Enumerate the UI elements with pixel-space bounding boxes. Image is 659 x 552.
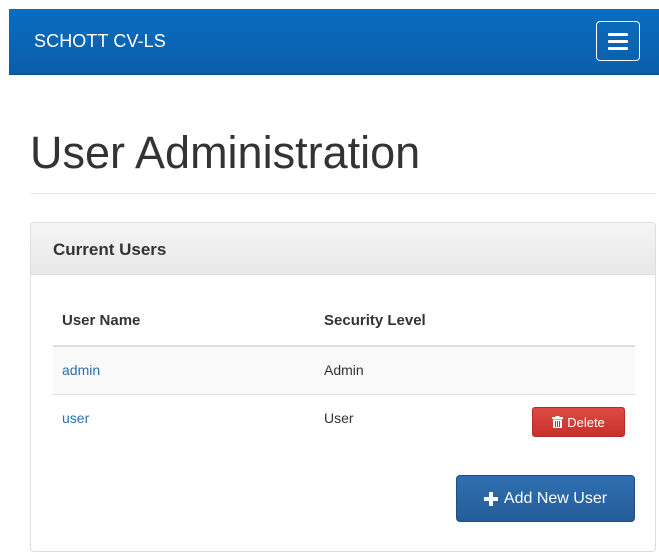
security-level: User: [324, 410, 354, 426]
user-name-link[interactable]: admin: [62, 362, 100, 378]
current-users-panel: Current Users User Name Security Level a…: [30, 222, 656, 552]
brand-link[interactable]: SCHOTT CV-LS: [34, 31, 166, 52]
add-new-user-button[interactable]: Add New User: [456, 475, 635, 522]
hamburger-menu-icon: [608, 33, 628, 36]
top-navbar: SCHOTT CV-LS: [9, 9, 659, 75]
security-level: Admin: [324, 362, 364, 378]
table-row: admin Admin: [53, 347, 635, 395]
delete-button-label: Delete: [567, 414, 605, 430]
title-divider: [30, 193, 656, 194]
column-header-user-name: User Name: [62, 312, 141, 329]
table-row: user User Delete: [53, 395, 635, 443]
user-name-link[interactable]: user: [62, 410, 89, 426]
page-title: User Administration: [30, 127, 421, 178]
panel-title: Current Users: [53, 240, 167, 259]
trash-icon: [552, 416, 564, 428]
add-button-label: Add New User: [503, 489, 608, 507]
delete-user-button[interactable]: Delete: [532, 407, 625, 437]
column-header-security-level: Security Level: [324, 312, 426, 329]
navbar-toggle-button[interactable]: [596, 21, 640, 61]
panel-heading: Current Users: [31, 223, 655, 275]
plus-icon: [483, 491, 498, 506]
